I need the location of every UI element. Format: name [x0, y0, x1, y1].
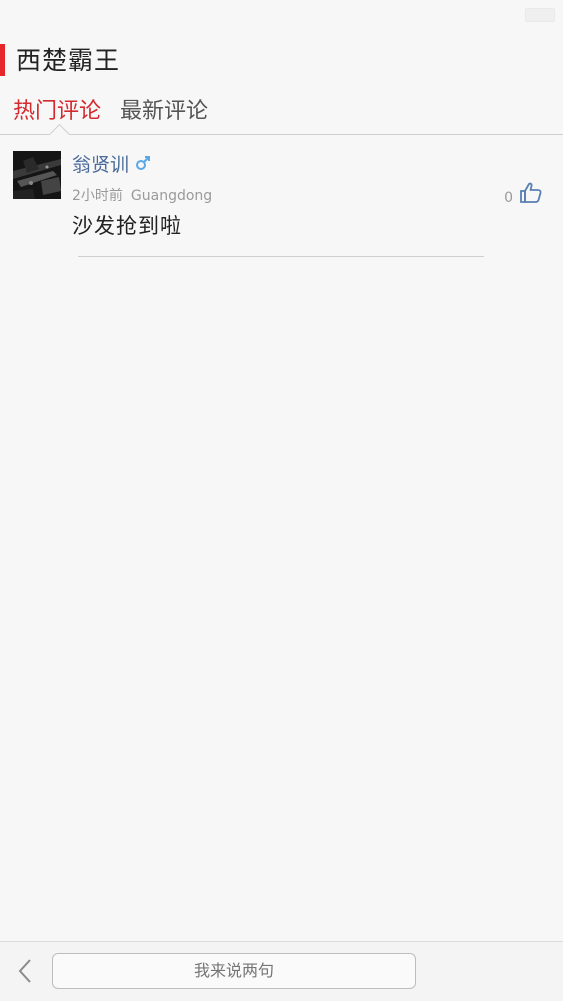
username-row: 翁贤训 — [72, 150, 151, 176]
comment-input[interactable] — [52, 953, 416, 989]
comment-meta: 2小时前 Guangdong — [72, 185, 212, 205]
thumbs-up-icon — [519, 181, 543, 209]
bottom-bar — [0, 941, 563, 1001]
comment-divider — [78, 256, 484, 257]
comment-item: 翁贤训 2小时前 Guangdong 0 沙发抢到啦 — [0, 145, 563, 257]
avatar[interactable] — [13, 151, 61, 199]
chevron-left-icon — [18, 959, 31, 983]
comment-time: 2小时前 — [72, 188, 123, 204]
status-bar — [0, 0, 563, 30]
comment-location: Guangdong — [130, 188, 213, 204]
page-title: 西楚霸王 — [16, 46, 121, 75]
title-accent-bar — [0, 44, 5, 76]
header: 西楚霸王 — [0, 44, 563, 80]
battery-icon — [525, 8, 555, 22]
like-count: 0 — [504, 190, 513, 206]
tab-latest-comments[interactable]: 最新评论 — [120, 92, 208, 132]
username[interactable]: 翁贤训 — [72, 150, 129, 177]
comment-tabs: 热门评论 最新评论 — [0, 92, 563, 146]
comment-text: 沙发抢到啦 — [72, 214, 182, 238]
like-button[interactable]: 0 — [504, 181, 543, 209]
male-icon — [135, 155, 151, 171]
back-button[interactable] — [12, 956, 40, 986]
tabs-divider — [0, 134, 563, 135]
